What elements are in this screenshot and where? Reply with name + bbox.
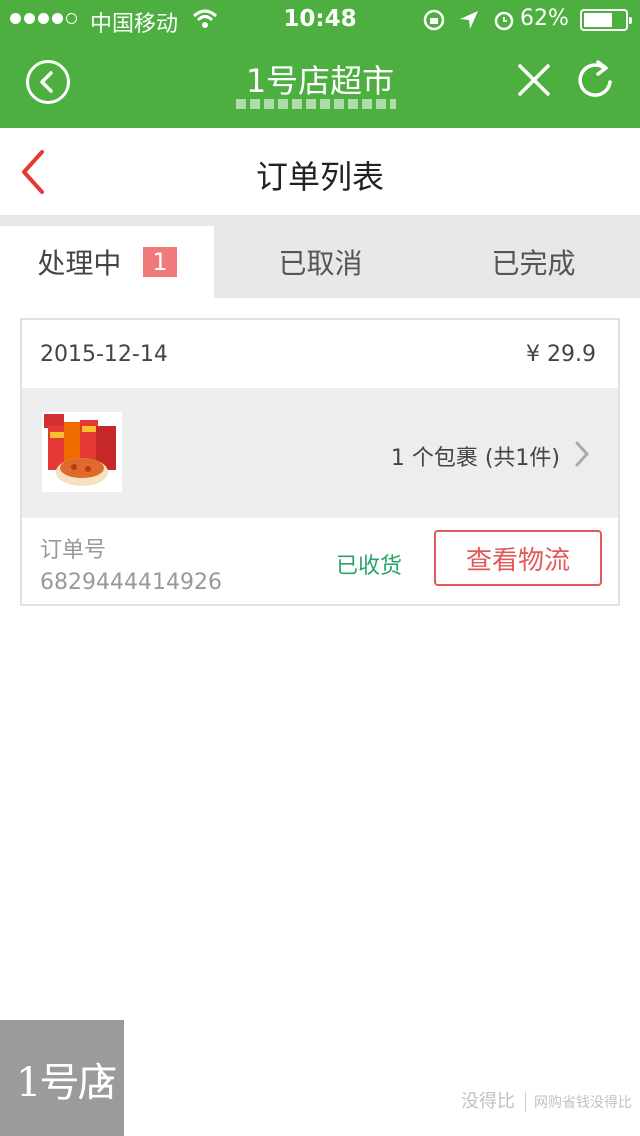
order-status-tabs: 处理中 1 已取消 已完成 bbox=[0, 216, 640, 298]
product-thumbnail bbox=[42, 412, 122, 492]
page-header: 订单列表 bbox=[0, 128, 640, 216]
tab-label: 已完成 bbox=[491, 247, 576, 280]
chevron-right-icon bbox=[574, 440, 590, 472]
status-bar: 中国移动 10:48 62% bbox=[0, 0, 640, 40]
order-number: 6829444414926 bbox=[40, 570, 222, 595]
battery-icon bbox=[580, 9, 632, 31]
rotation-lock-icon bbox=[422, 8, 446, 36]
chevron-right-icon bbox=[96, 1066, 112, 1098]
view-logistics-button[interactable]: 查看物流 bbox=[434, 530, 602, 586]
close-icon bbox=[518, 64, 550, 96]
tab-label: 处理中 bbox=[37, 247, 122, 280]
order-card[interactable]: 2015-12-14 ¥ 29.9 1 个包裹 (共1件) 订单号 682944… bbox=[20, 318, 620, 606]
watermark-brand: 没得比 bbox=[461, 1091, 515, 1112]
package-row[interactable]: 1 个包裹 (共1件) bbox=[22, 388, 618, 518]
page-title: 订单列表 bbox=[255, 158, 384, 196]
alarm-icon bbox=[492, 8, 516, 36]
status-badge: 已收货 bbox=[336, 554, 403, 579]
watermark: 没得比 网购省钱没得比 bbox=[461, 1082, 632, 1122]
app-close-button[interactable] bbox=[514, 60, 554, 100]
tab-processing[interactable]: 处理中 1 bbox=[0, 226, 214, 298]
tab-label: 已取消 bbox=[278, 247, 363, 280]
app-top-bar: 中国移动 10:48 62% 1号店超市 bbox=[0, 0, 640, 128]
location-icon bbox=[458, 9, 480, 35]
refresh-icon bbox=[578, 60, 612, 97]
watermark-slogan: 网购省钱没得比 bbox=[525, 1092, 632, 1112]
package-summary: 1 个包裹 (共1件) bbox=[390, 446, 560, 471]
app-subtitle-blurred bbox=[236, 99, 396, 109]
order-price: ¥ 29.9 bbox=[526, 342, 596, 367]
tab-completed[interactable]: 已完成 bbox=[427, 226, 640, 298]
order-date: 2015-12-14 bbox=[40, 342, 168, 367]
tab-cancelled[interactable]: 已取消 bbox=[214, 226, 427, 298]
store-shortcut-button[interactable]: 1号店 bbox=[0, 1020, 124, 1136]
battery-percent: 62% bbox=[520, 6, 569, 31]
order-number-label: 订单号 bbox=[40, 538, 107, 563]
count-badge: 1 bbox=[143, 247, 177, 277]
app-refresh-button[interactable] bbox=[574, 58, 616, 102]
